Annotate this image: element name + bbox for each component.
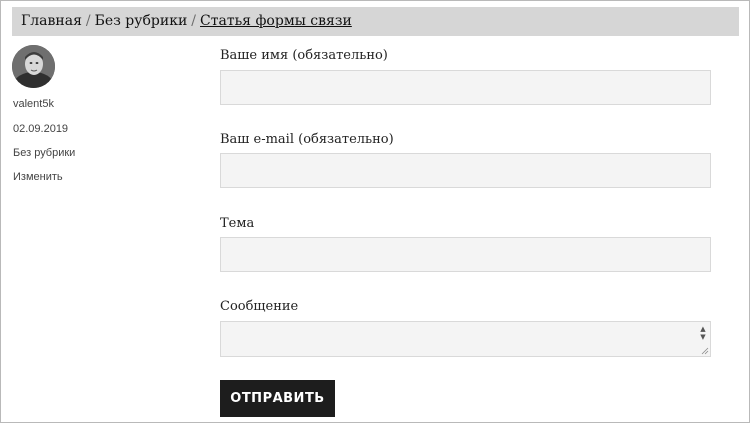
breadcrumb: Главная / Без рубрики / Статья формы связи	[12, 7, 739, 36]
message-textarea[interactable]: ▲ ▼	[220, 321, 711, 357]
post-date: 02.09.2019	[13, 123, 69, 135]
email-label: Ваш e-mail (обязательно)	[220, 132, 394, 147]
page-frame: Главная / Без рубрики / Статья формы связи v…	[0, 0, 750, 423]
message-label: Сообщение	[220, 299, 299, 314]
subject-label: Тема	[220, 216, 255, 231]
breadcrumb-separator: /	[191, 13, 197, 29]
breadcrumb-current-link[interactable]: Статья формы связи	[200, 13, 352, 29]
breadcrumb-category-link[interactable]: Без рубрики	[95, 13, 188, 29]
resize-handle-icon[interactable]	[701, 347, 709, 355]
scroll-arrows-icon[interactable]: ▲ ▼	[699, 325, 707, 341]
author-avatar[interactable]	[12, 45, 55, 88]
breadcrumb-home-link[interactable]: Главная	[21, 13, 82, 29]
subject-input[interactable]	[220, 237, 711, 272]
breadcrumb-separator: /	[85, 13, 91, 29]
name-label: Ваше имя (обязательно)	[220, 48, 388, 63]
email-input[interactable]	[220, 153, 711, 188]
edit-link[interactable]: Изменить	[13, 171, 63, 183]
submit-button[interactable]: ОТПРАВИТЬ	[220, 380, 335, 417]
user-avatar-photo-icon	[12, 45, 55, 88]
post-category-link[interactable]: Без рубрики	[13, 147, 75, 159]
name-input[interactable]	[220, 70, 711, 105]
author-name[interactable]: valent5k	[13, 98, 54, 110]
